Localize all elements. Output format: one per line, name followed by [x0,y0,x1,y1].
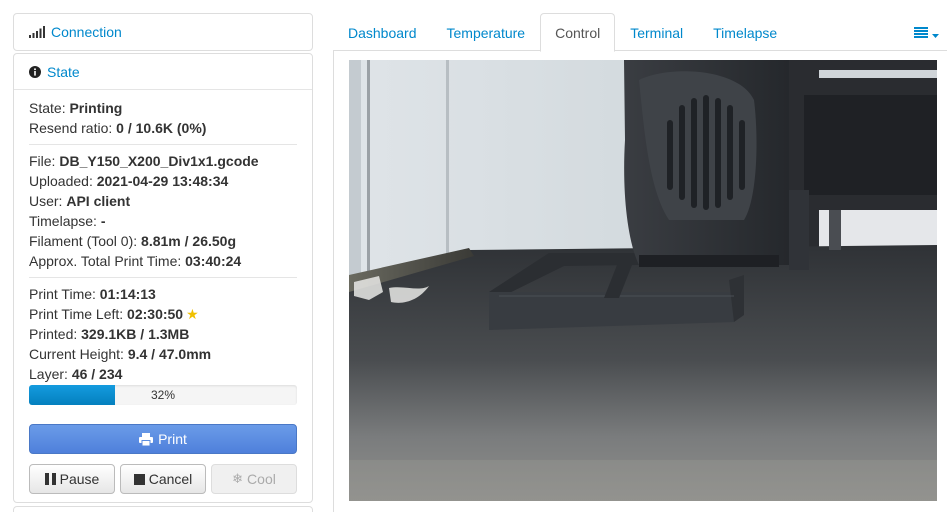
print-button[interactable]: Print [29,424,297,454]
filament-row: Filament (Tool 0): 8.81m / 26.50g [29,233,236,249]
state-title[interactable]: State [47,64,80,80]
snowflake-icon: ❄ [232,471,244,486]
user-row: User: API client [29,193,131,209]
tab-temperature[interactable]: Temperature [432,13,541,51]
tab-dashboard[interactable]: Dashboard [333,13,432,51]
pause-button-label: Pause [59,471,100,487]
connection-title[interactable]: Connection [51,24,122,40]
print-progress-bar: 32% [29,385,297,405]
printed-row: Printed: 329.1KB / 1.3MB [29,326,190,342]
info-circle-icon [29,65,41,78]
print-button-label: Print [158,431,187,447]
timelapse-row: Timelapse: - [29,213,106,229]
caret-down-icon [932,25,939,41]
current-height-row: Current Height: 9.4 / 47.0mm [29,346,212,362]
files-panel [13,506,313,512]
file-row: File: DB_Y150_X200_Div1x1.gcode [29,153,259,169]
pause-icon [44,473,56,485]
tab-timelapse[interactable]: Timelapse [698,13,792,51]
cancel-button-label: Cancel [148,471,193,487]
connection-panel: Connection [13,13,313,51]
resend-ratio-row: Resend ratio: 0 / 10.6K (0%) [29,120,207,136]
state-row: State: Printing [29,100,123,116]
cool-button-label: Cool [247,471,276,487]
tab-menu-toggle[interactable] [914,25,939,41]
webcam-image [349,60,937,501]
list-icon [914,25,928,41]
print-time-row: Print Time: 01:14:13 [29,286,156,302]
uploaded-row: Uploaded: 2021-04-29 13:48:34 [29,173,229,189]
tab-terminal[interactable]: Terminal [615,13,698,51]
print-progress-text: 32% [150,388,176,402]
printer-icon [139,432,154,446]
state-section-status: State: Printing Resend ratio: 0 / 10.6K … [29,90,297,145]
signal-icon [29,26,45,38]
state-panel: State State: Printing Resend ratio: 0 / … [13,53,313,503]
total-print-time-row: Approx. Total Print Time: 03:40:24 [29,253,242,269]
pause-button[interactable]: Pause [29,464,115,494]
print-time-left-row: Print Time Left: 02:30:50 ★ [29,306,199,322]
layer-row: Layer: 46 / 234 [29,366,123,382]
cool-button[interactable]: ❄ Cool [211,464,297,494]
state-body: State: Printing Resend ratio: 0 / 10.6K … [14,90,312,411]
webcam-stream[interactable] [349,60,937,501]
tab-control[interactable]: Control [540,13,616,52]
star-icon[interactable]: ★ [186,306,199,322]
main-tabs: Dashboard Temperature Control Terminal T… [333,13,947,52]
state-header[interactable]: State [14,54,312,90]
state-section-progress: Print Time: 01:14:13 Print Time Left: 02… [29,278,297,411]
state-section-file: File: DB_Y150_X200_Div1x1.gcode Uploaded… [29,145,297,278]
cancel-button[interactable]: Cancel [120,464,206,494]
job-control-buttons: Pause Cancel ❄ Cool [29,464,297,494]
connection-header[interactable]: Connection [14,14,312,50]
stop-icon [133,473,145,485]
